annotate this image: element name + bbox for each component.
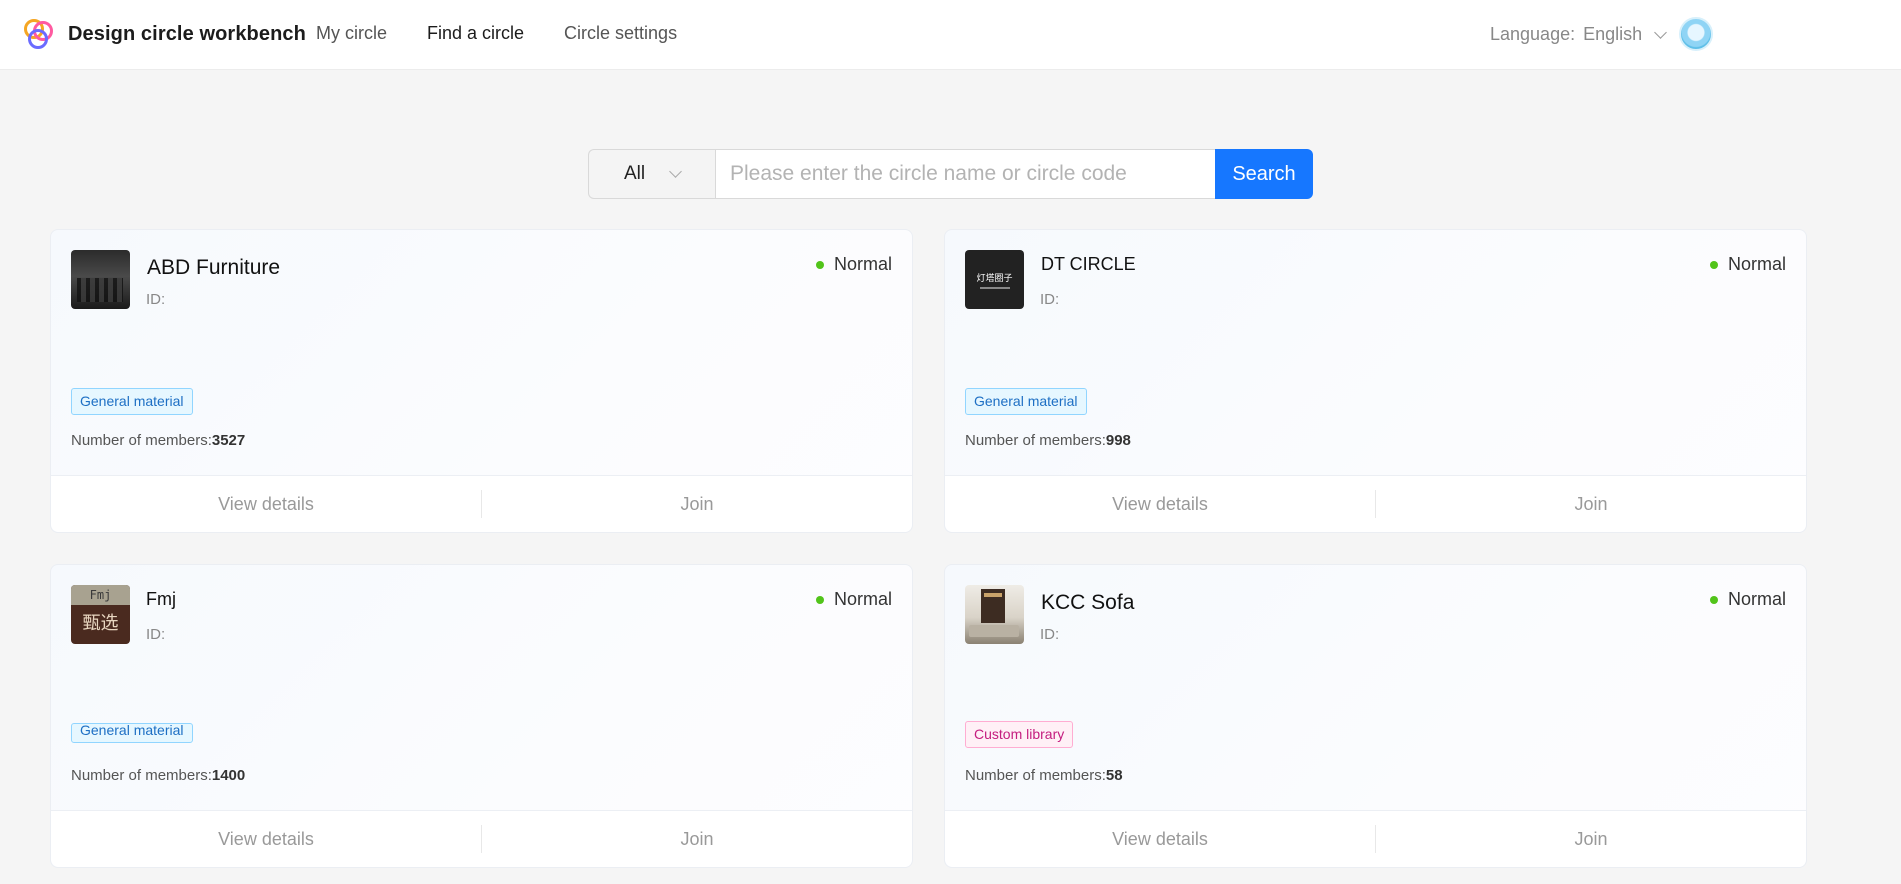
status-badge: Normal — [1709, 589, 1786, 610]
circle-id: ID: — [1040, 291, 1060, 308]
status-dot-icon — [1709, 595, 1718, 604]
status-badge: Normal — [815, 254, 892, 275]
circle-card: ABD Furniture ID: Normal General materia… — [50, 229, 913, 533]
main-nav: My circle Find a circle Circle settings — [316, 23, 677, 44]
status-dot-icon — [815, 260, 824, 269]
status-dot-icon — [1709, 260, 1718, 269]
circle-card: 灯塔圈子 DT CIRCLE ID: Normal General materi… — [944, 229, 1807, 533]
member-count: Number of members:3527 — [71, 432, 246, 449]
view-details-button[interactable]: View details — [51, 494, 481, 515]
chevron-down-icon — [669, 165, 682, 178]
user-avatar[interactable] — [1679, 17, 1713, 51]
app-title: Design circle workbench — [68, 22, 306, 45]
status-badge: Normal — [815, 589, 892, 610]
nav-my-circle[interactable]: My circle — [316, 23, 387, 44]
category-tag: General material — [965, 388, 1087, 415]
circle-id: ID: — [1040, 626, 1060, 643]
thumbnail-text: 灯塔圈子 — [976, 273, 1013, 284]
card-actions: View details Join — [51, 810, 912, 867]
circle-name: KCC Sofa — [1041, 591, 1135, 614]
category-tag: General material — [71, 388, 193, 415]
nav-find-a-circle[interactable]: Find a circle — [427, 23, 524, 44]
view-details-button[interactable]: View details — [51, 829, 481, 850]
circle-thumbnail: 灯塔圈子 — [965, 250, 1024, 309]
card-actions: View details Join — [945, 475, 1806, 532]
join-button[interactable]: Join — [482, 829, 912, 850]
filter-select[interactable]: All — [588, 149, 715, 199]
category-tag: General material — [71, 723, 193, 743]
nav-circle-settings[interactable]: Circle settings — [564, 23, 677, 44]
category-tag: Custom library — [965, 721, 1074, 748]
circle-name: ABD Furniture — [147, 256, 281, 279]
thumbnail-text-top: Fmj — [71, 585, 130, 605]
app-logo-icon — [22, 17, 56, 51]
circle-card: KCC Sofa ID: Normal Custom library Numbe… — [944, 564, 1807, 868]
search-bar: All Search — [588, 149, 1313, 199]
circle-thumbnail: Fmj 甄选 — [71, 585, 130, 644]
circle-thumbnail — [965, 585, 1024, 644]
top-navigation-bar: Design circle workbench My circle Find a… — [0, 0, 1901, 70]
language-value: English — [1583, 24, 1643, 44]
circle-thumbnail — [71, 250, 130, 309]
join-button[interactable]: Join — [1376, 829, 1806, 850]
circle-id: ID: — [146, 291, 166, 308]
search-button[interactable]: Search — [1215, 149, 1313, 199]
member-count: Number of members:1400 — [71, 767, 246, 784]
search-input[interactable] — [715, 149, 1215, 199]
status-dot-icon — [815, 595, 824, 604]
view-details-button[interactable]: View details — [945, 494, 1375, 515]
view-details-button[interactable]: View details — [945, 829, 1375, 850]
join-button[interactable]: Join — [1376, 494, 1806, 515]
circle-card: Fmj 甄选 Fmj ID: Normal General material N… — [50, 564, 913, 868]
card-actions: View details Join — [945, 810, 1806, 867]
circle-id: ID: — [146, 626, 166, 643]
status-badge: Normal — [1709, 254, 1786, 275]
member-count: Number of members:998 — [965, 432, 1131, 449]
chevron-down-icon — [1654, 25, 1668, 39]
thumbnail-text-bottom: 甄选 — [82, 613, 119, 634]
language-selector[interactable]: Language: English — [1490, 24, 1668, 45]
brand[interactable]: Design circle workbench — [22, 17, 306, 51]
join-button[interactable]: Join — [482, 494, 912, 515]
card-actions: View details Join — [51, 475, 912, 532]
circle-name: Fmj — [146, 589, 176, 609]
circle-name: DT CIRCLE — [1041, 254, 1136, 274]
language-label: Language: — [1490, 24, 1576, 44]
filter-select-value: All — [623, 163, 646, 184]
member-count: Number of members:58 — [965, 767, 1123, 784]
